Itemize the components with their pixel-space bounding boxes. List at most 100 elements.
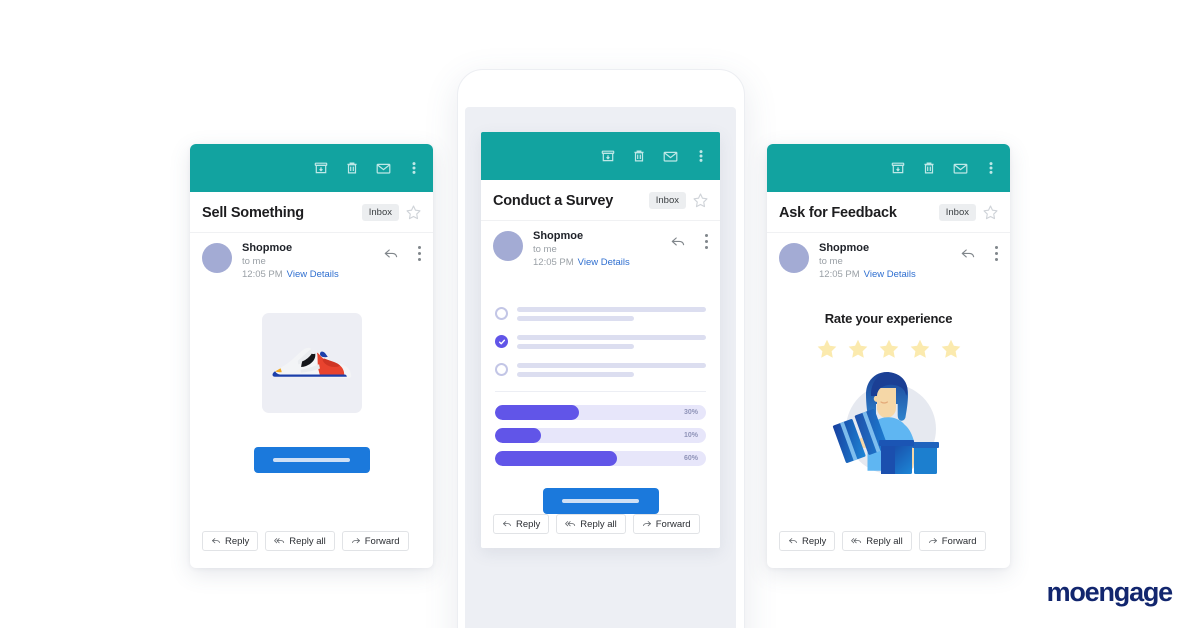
more-options-icon[interactable] — [405, 159, 423, 177]
reply-all-button[interactable]: Reply all — [842, 531, 912, 551]
reply-button-label: Reply — [225, 535, 250, 547]
reply-all-icon — [851, 538, 862, 544]
cta-label-placeholder — [562, 498, 639, 503]
star-icon[interactable] — [405, 204, 422, 221]
result-bar-label: 60% — [683, 454, 698, 462]
sender-recipient: to me — [242, 256, 266, 268]
forward-button[interactable]: Forward — [341, 531, 409, 551]
mail-icon[interactable] — [661, 147, 679, 165]
rating-star-icon — [910, 339, 929, 358]
forward-button[interactable]: Forward — [632, 514, 700, 534]
view-details-link[interactable]: View Details — [864, 269, 916, 280]
message-more-options-icon[interactable] — [995, 246, 999, 264]
sender-name: Shopmoe — [533, 230, 584, 242]
result-bar: 10% — [495, 427, 706, 443]
result-bar: 60% — [495, 450, 706, 466]
trash-icon[interactable] — [343, 159, 361, 177]
star-icon[interactable] — [982, 204, 999, 221]
label-chip-inbox[interactable]: Inbox — [938, 204, 976, 221]
option-text-placeholder — [517, 334, 706, 349]
survey-option[interactable] — [495, 334, 706, 349]
woman-with-gift-boxes-illustration — [832, 371, 939, 474]
feedback-illustration — [767, 366, 1010, 484]
reply-all-button-label: Reply all — [580, 518, 617, 530]
screenshot-stage: Sell Something Inbox Shopmoe to me 12:05… — [0, 0, 1200, 628]
page-title: Conduct a Survey — [493, 192, 614, 209]
result-bar-fill — [495, 404, 580, 420]
survey-option[interactable] — [495, 306, 706, 321]
cta-button[interactable] — [542, 487, 659, 514]
rating-star-icon — [848, 339, 867, 358]
more-options-icon[interactable] — [692, 147, 710, 165]
sender-name: Shopmoe — [819, 242, 870, 254]
email-body — [190, 312, 433, 473]
email-body: Rate your experience — [767, 311, 1010, 484]
star-rating[interactable] — [767, 338, 1010, 360]
mail-icon[interactable] — [951, 159, 969, 177]
page-title: Ask for Feedback — [779, 204, 897, 221]
sender-recipient: to me — [819, 256, 843, 268]
sender-timestamp: 12:05 PM — [242, 268, 283, 280]
cta-label-placeholder — [273, 457, 350, 462]
archive-icon[interactable] — [599, 147, 617, 165]
cta-button[interactable] — [253, 446, 370, 473]
reply-all-button[interactable]: Reply all — [556, 514, 626, 534]
reply-button[interactable]: Reply — [493, 514, 550, 534]
reply-icon — [789, 538, 797, 544]
star-icon[interactable] — [692, 192, 709, 209]
email-toolbar — [767, 144, 1010, 192]
view-details-link[interactable]: View Details — [287, 269, 339, 280]
label-chip-inbox[interactable]: Inbox — [648, 192, 686, 209]
message-more-options-icon[interactable] — [705, 234, 709, 252]
rating-star-icon — [879, 339, 898, 358]
sender-name: Shopmoe — [242, 242, 293, 254]
result-bar-fill — [495, 450, 618, 466]
moengage-logo: moengage — [1046, 577, 1174, 607]
result-bar: 30% — [495, 404, 706, 420]
forward-button[interactable]: Forward — [918, 531, 986, 551]
email-card-ask-for-feedback: Ask for Feedback Inbox Shopmoe to me 12:… — [767, 144, 1010, 568]
mail-icon[interactable] — [374, 159, 392, 177]
reply-icon[interactable] — [670, 234, 686, 250]
more-options-icon[interactable] — [982, 159, 1000, 177]
rating-star-icon — [941, 339, 960, 358]
result-bar-label: 30% — [683, 408, 698, 416]
reply-all-icon — [274, 538, 285, 544]
result-bar-label: 10% — [683, 431, 698, 439]
radio-unchecked-icon[interactable] — [495, 307, 508, 321]
sender-timestamp: 12:05 PM — [819, 268, 860, 280]
sender-row: Shopmoe to me 12:05 PM View Details — [481, 221, 720, 279]
reply-all-button-label: Reply all — [289, 535, 326, 547]
radio-checked-icon[interactable] — [495, 335, 508, 349]
page-title: Sell Something — [202, 204, 304, 221]
reply-icon[interactable] — [960, 246, 976, 262]
message-more-options-icon[interactable] — [418, 246, 422, 264]
radio-unchecked-icon[interactable] — [495, 363, 508, 377]
reply-icon[interactable] — [383, 246, 399, 262]
product-image — [261, 312, 362, 413]
trash-icon[interactable] — [920, 159, 938, 177]
archive-icon[interactable] — [889, 159, 907, 177]
running-shoe-illustration — [271, 347, 351, 378]
reply-all-button[interactable]: Reply all — [265, 531, 335, 551]
avatar — [779, 243, 809, 273]
avatar — [202, 243, 232, 273]
view-details-link[interactable]: View Details — [578, 257, 630, 268]
trash-icon[interactable] — [630, 147, 648, 165]
email-card-conduct-a-survey: Conduct a Survey Inbox Shopmoe to me 12:… — [481, 132, 720, 548]
option-text-placeholder — [517, 362, 706, 377]
reply-button[interactable]: Reply — [202, 531, 259, 551]
email-toolbar — [481, 132, 720, 180]
subject-row: Ask for Feedback Inbox — [767, 192, 1010, 232]
reply-button-label: Reply — [516, 518, 541, 530]
sender-row: Shopmoe to me 12:05 PM View Details — [767, 233, 1010, 291]
label-chip-inbox[interactable]: Inbox — [361, 204, 399, 221]
archive-icon[interactable] — [312, 159, 330, 177]
reply-button[interactable]: Reply — [779, 531, 836, 551]
forward-icon — [928, 538, 937, 544]
subject-row: Sell Something Inbox — [190, 192, 433, 232]
result-bar-fill — [495, 427, 542, 443]
survey-option[interactable] — [495, 362, 706, 377]
reply-all-button-label: Reply all — [866, 535, 903, 547]
sender-timestamp: 12:05 PM — [533, 256, 574, 268]
